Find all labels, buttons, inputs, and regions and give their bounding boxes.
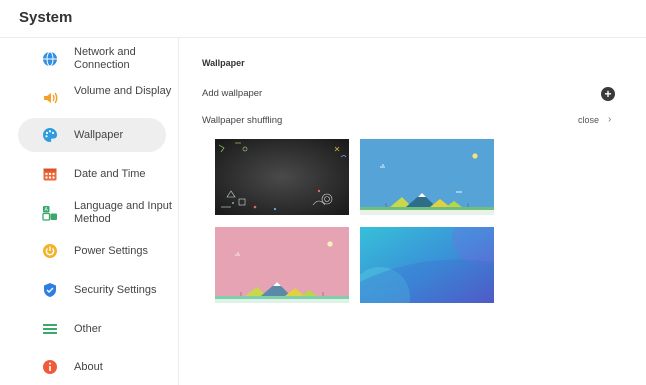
sidebar: Network and Connection Volume and Displa…	[0, 38, 179, 385]
sidebar-item-date-time[interactable]: Date and Time	[18, 157, 166, 191]
sidebar-item-label: About	[74, 361, 103, 373]
sidebar-item-network[interactable]: Network and Connection	[18, 42, 166, 76]
add-wallpaper-label: Add wallpaper	[202, 88, 263, 99]
top-bar: System	[0, 0, 646, 38]
sidebar-item-label: Language and Input Method	[74, 200, 172, 225]
sidebar-item-other[interactable]: Other	[18, 312, 166, 346]
svg-text:A: A	[45, 207, 49, 213]
shuffling-value[interactable]: close	[578, 115, 599, 125]
page-title: System	[19, 9, 73, 26]
sidebar-item-security[interactable]: Security Settings	[18, 273, 166, 307]
wallpaper-thumbnail[interactable]	[215, 139, 349, 215]
add-wallpaper-row[interactable]: Add wallpaper	[180, 82, 646, 104]
info-icon	[42, 359, 58, 375]
shield-icon	[42, 282, 58, 298]
sidebar-item-label: Power Settings	[74, 245, 148, 257]
sidebar-item-power[interactable]: Power Settings	[18, 234, 166, 268]
palette-icon	[42, 127, 58, 143]
sidebar-item-volume[interactable]: Volume and Display	[18, 81, 171, 115]
sidebar-item-label: Volume and Display	[74, 85, 172, 97]
wallpaper-shuffling-row[interactable]: Wallpaper shuffling	[180, 108, 646, 130]
globe-icon	[42, 51, 58, 67]
sidebar-item-label: Wallpaper	[74, 129, 124, 141]
wallpaper-thumbnail[interactable]	[360, 227, 494, 303]
wallpaper-shuffling-label: Wallpaper shuffling	[202, 115, 283, 126]
sidebar-item-about[interactable]: About	[18, 351, 166, 385]
calendar-icon	[42, 166, 58, 182]
sidebar-item-label: Network and Connection	[74, 46, 136, 71]
section-title: Wallpaper	[202, 58, 245, 68]
wallpaper-thumbnail[interactable]	[215, 227, 349, 303]
sidebar-item-label: Other	[74, 323, 102, 335]
sidebar-item-label: Date and Time	[74, 168, 146, 180]
main-content: Wallpaper Add wallpaper + Wallpaper shuf…	[180, 38, 646, 385]
sidebar-item-wallpaper[interactable]: Wallpaper	[18, 118, 166, 152]
list-icon	[42, 321, 58, 337]
sidebar-item-label: Security Settings	[74, 284, 157, 296]
chevron-right-icon[interactable]: ›	[608, 114, 611, 125]
language-icon: A	[42, 205, 58, 221]
volume-icon	[42, 90, 58, 106]
plus-circle-icon[interactable]: +	[601, 87, 615, 101]
sidebar-item-language[interactable]: A Language and Input Method	[18, 196, 172, 230]
power-icon	[42, 243, 58, 259]
wallpaper-thumbnail[interactable]	[360, 139, 494, 215]
